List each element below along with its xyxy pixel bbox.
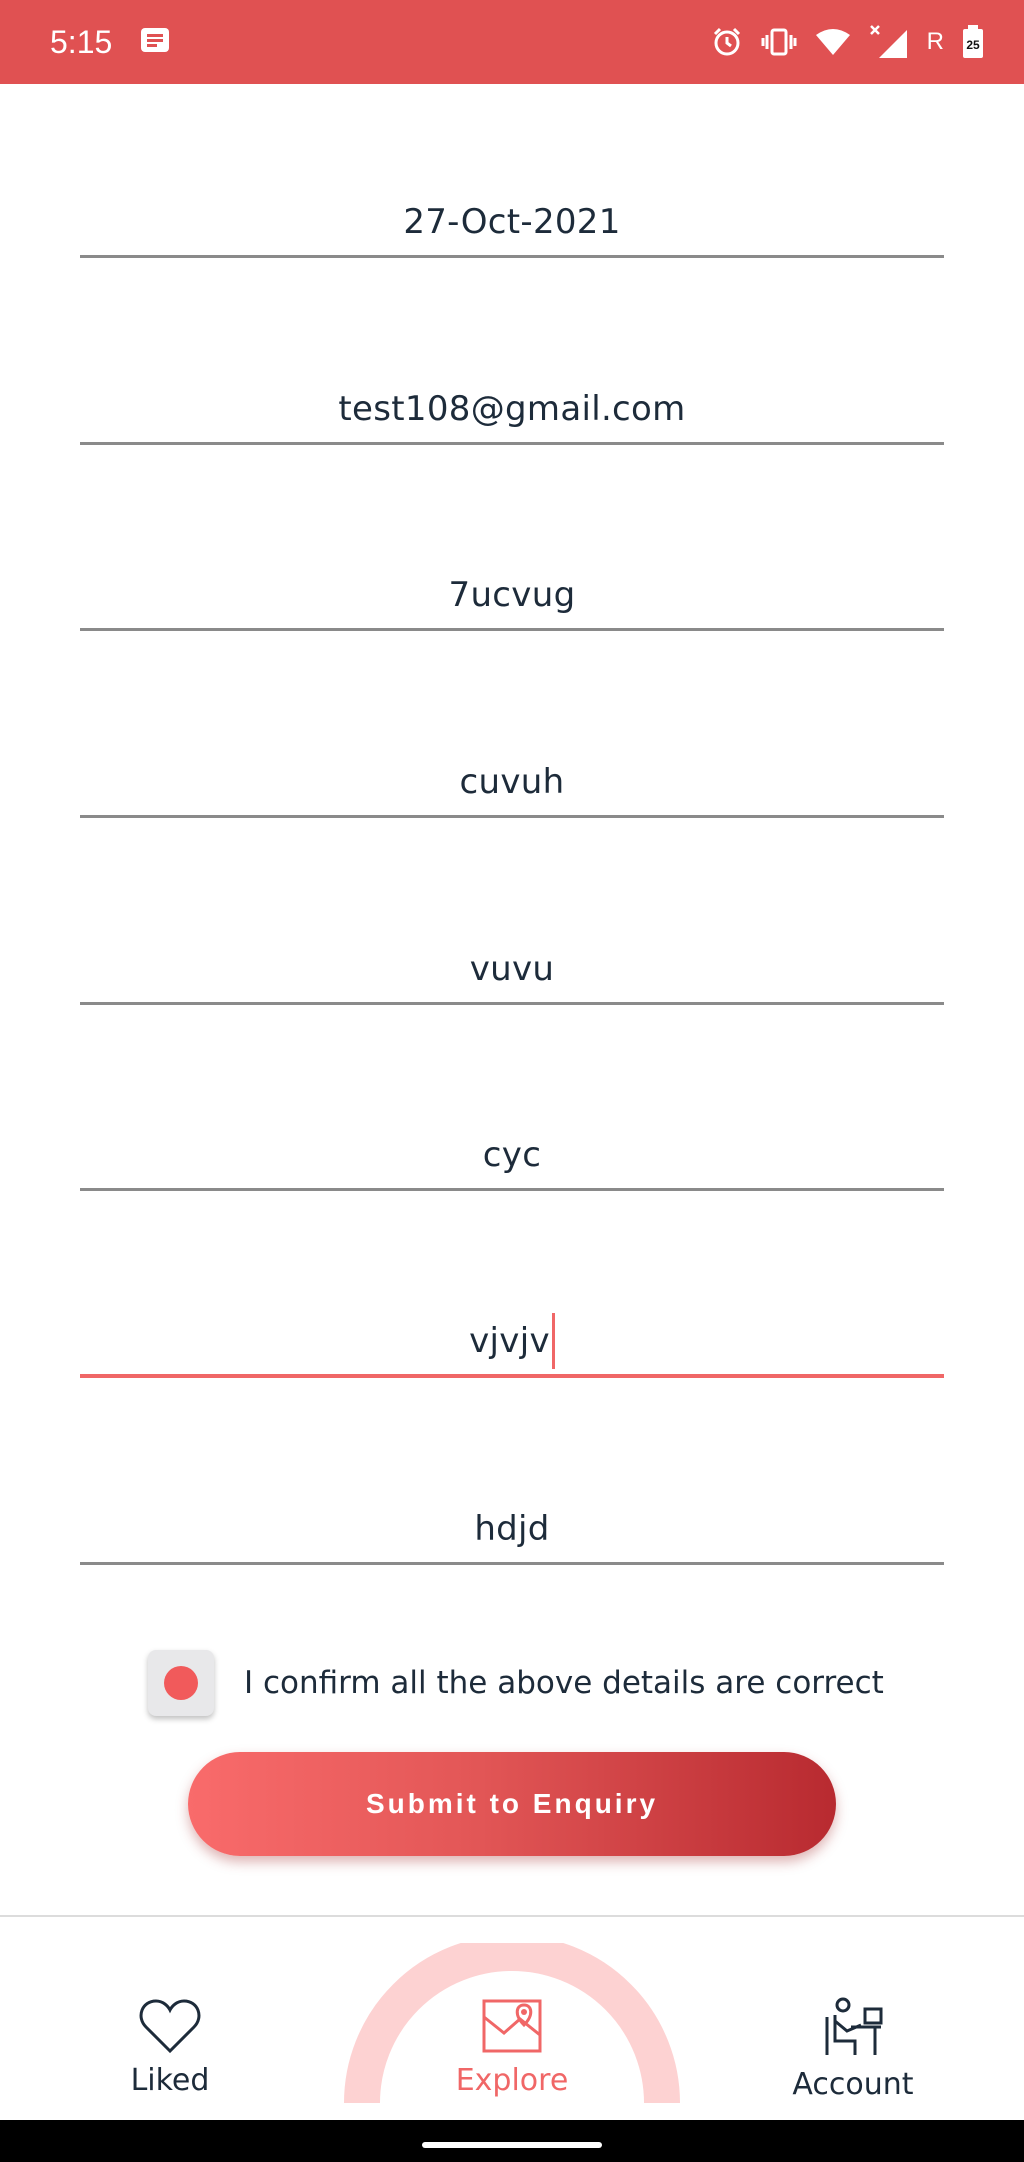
text-field-7-focused[interactable]: vjvjv: [80, 1308, 944, 1378]
text-field-6[interactable]: cyc: [80, 1121, 944, 1191]
submit-button[interactable]: Submit to Enquiry: [188, 1752, 836, 1856]
date-field-value: 27-Oct-2021: [403, 201, 621, 242]
text-cursor: [551, 1313, 555, 1369]
system-nav-bar: [0, 2120, 1024, 2162]
battery-icon: 25: [962, 25, 984, 59]
roaming-indicator: R: [926, 28, 944, 55]
email-field[interactable]: test108@gmail.com: [80, 375, 944, 445]
text-field-6-value: cyc: [482, 1134, 542, 1175]
text-field-8-value: hdjd: [474, 1508, 550, 1549]
heart-icon: [138, 1997, 202, 2059]
bottom-nav: Liked Explore Account: [0, 1915, 1024, 2120]
map-icon: [480, 1997, 544, 2059]
text-field-4-value: cuvuh: [459, 761, 565, 802]
text-field-8[interactable]: hdjd: [80, 1495, 944, 1565]
person-at-desk-icon: [821, 1997, 885, 2063]
email-field-value: test108@gmail.com: [338, 388, 686, 429]
status-time: 5:15: [50, 23, 113, 60]
battery-level: 25: [966, 38, 980, 52]
wifi-icon: [815, 27, 851, 57]
nav-liked[interactable]: Liked: [70, 1997, 270, 2098]
status-bar: 5:15 R 25: [0, 0, 1024, 84]
text-field-3-value: 7ucvug: [448, 574, 576, 615]
text-field-5[interactable]: vuvu: [80, 935, 944, 1005]
vibrate-icon: [761, 28, 797, 56]
confirm-checkbox[interactable]: [148, 1650, 214, 1716]
text-field-4[interactable]: cuvuh: [80, 748, 944, 818]
nav-account[interactable]: Account: [753, 1997, 953, 2102]
confirm-label: I confirm all the above details are corr…: [244, 1665, 884, 1701]
checkbox-checked-dot: [164, 1666, 198, 1700]
text-field-3[interactable]: 7ucvug: [80, 561, 944, 631]
message-icon: [140, 27, 170, 57]
nav-explore[interactable]: Explore: [412, 1997, 612, 2098]
nav-liked-label: Liked: [130, 2063, 210, 2098]
home-gesture-handle[interactable]: [422, 2142, 602, 2148]
text-field-7-value: vjvjv: [469, 1321, 550, 1361]
nav-explore-label: Explore: [455, 2063, 569, 2098]
signal-icon: [869, 24, 909, 60]
date-field[interactable]: 27-Oct-2021: [80, 188, 944, 258]
text-field-5-value: vuvu: [469, 948, 555, 989]
nav-account-label: Account: [792, 2067, 914, 2102]
confirm-row: I confirm all the above details are corr…: [148, 1650, 884, 1716]
alarm-icon: [711, 26, 743, 58]
